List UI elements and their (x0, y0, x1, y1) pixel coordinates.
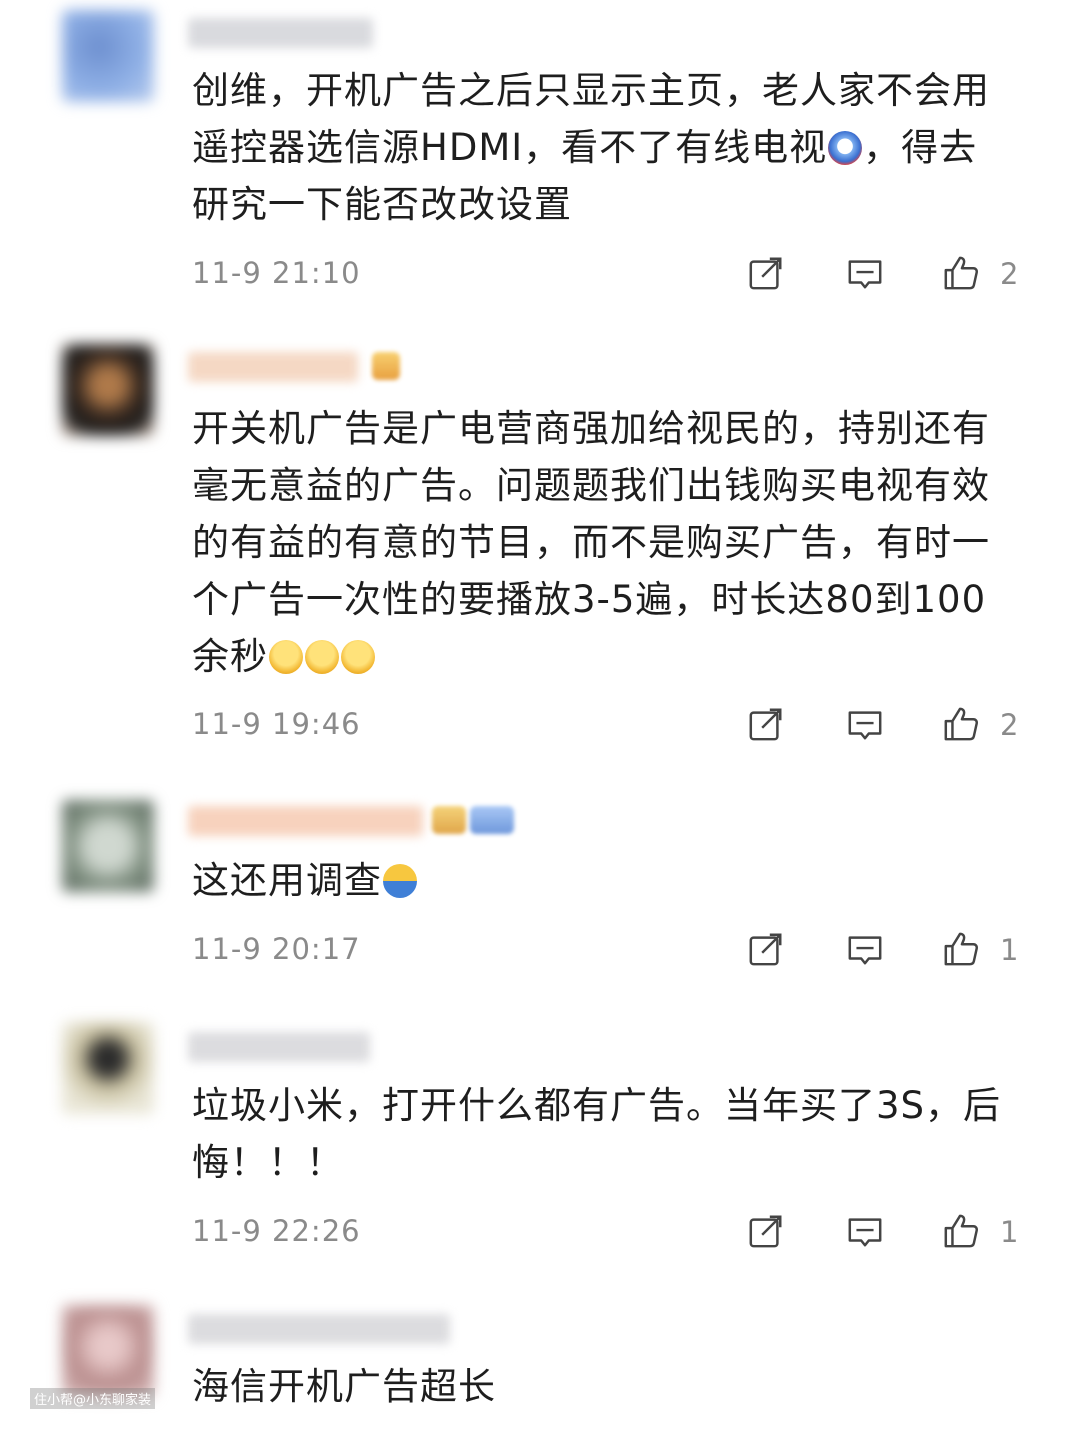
share-button[interactable] (747, 930, 787, 970)
comment-text: 海信开机广告超长 (192, 1358, 1022, 1415)
reply-icon (848, 260, 882, 289)
comment-line: 这还用调查 (192, 859, 382, 902)
comment-line: 垃圾小米，打开什么都有广告。当年买了3S，后 (192, 1084, 1002, 1127)
username-blurred[interactable] (188, 806, 423, 836)
avatar[interactable] (62, 800, 154, 892)
comment-text: 开关机广告是广电营商强加给视民的，持别还有 毫无意益的广告。问题题我们出钱购买电… (192, 400, 1022, 685)
username-blurred[interactable] (188, 1032, 370, 1062)
comment-meta: 11-9 20:17 1 (192, 930, 1032, 970)
avatar[interactable] (62, 344, 154, 436)
badge-icon (372, 352, 400, 380)
avatar[interactable] (62, 1305, 154, 1397)
comment-line: 海信开机广告超长 (192, 1365, 496, 1408)
reply-button[interactable] (846, 705, 886, 745)
avatar[interactable] (62, 1022, 154, 1114)
username-blurred[interactable] (188, 1314, 450, 1344)
avatar[interactable] (62, 10, 154, 102)
share-icon (749, 933, 782, 966)
hat-emoji-icon (383, 864, 417, 898)
like-count: 2 (1000, 708, 1019, 742)
comment-meta: 11-9 21:10 2 (192, 254, 1032, 294)
reply-icon (848, 711, 882, 740)
comment-line: 毫无意益的广告。问题题我们出钱购买电视有效 (192, 464, 990, 507)
comment-meta: 11-9 19:46 2 (192, 705, 1032, 745)
comment-text: 创维，开机广告之后只显示主页，老人家不会用 遥控器选信源HDMI，看不了有线电视… (192, 62, 1022, 233)
comment-line: 研究一下能否改改设置 (192, 183, 572, 226)
share-icon (749, 708, 782, 741)
like-icon (944, 256, 978, 290)
share-button[interactable] (747, 1212, 787, 1252)
comment-time: 11-9 19:46 (192, 707, 361, 741)
comment-text: 垃圾小米，打开什么都有广告。当年买了3S，后 悔！！！ (192, 1077, 1022, 1191)
username-blurred[interactable] (188, 18, 373, 48)
comment-line: 创维，开机广告之后只显示主页，老人家不会用 (192, 69, 990, 112)
crying-emoji-icon (269, 640, 303, 674)
comment-line: 遥控器选信源HDMI，看不了有线电视 (192, 126, 828, 169)
share-button[interactable] (747, 254, 787, 294)
comment-meta: 11-9 22:26 1 (192, 1212, 1032, 1252)
comment-line: 个广告一次性的要播放3-5遍，时长达80到100 (192, 578, 987, 621)
crying-emoji-icon (305, 640, 339, 674)
like-count: 1 (1000, 1215, 1019, 1249)
comment-line: 悔！！！ (192, 1141, 344, 1184)
comment-time: 11-9 22:26 (192, 1214, 361, 1248)
crying-emoji-icon (828, 131, 863, 165)
reply-button[interactable] (846, 930, 886, 970)
username-blurred[interactable] (188, 352, 358, 382)
comment-text: 这还用调查 (192, 852, 1022, 909)
reply-icon (848, 936, 882, 965)
like-icon (944, 1214, 978, 1248)
share-button[interactable] (747, 705, 787, 745)
comment-time: 11-9 20:17 (192, 932, 361, 966)
like-button[interactable] (942, 705, 982, 745)
comment-time: 11-9 21:10 (192, 256, 361, 290)
crying-emoji-icon (341, 640, 375, 674)
like-icon (944, 707, 978, 741)
watermark: 住小帮@小东聊家装 (30, 1388, 156, 1409)
comment-line: 余秒 (192, 635, 268, 678)
comment-line: ，得去 (863, 126, 978, 169)
like-count: 2 (1000, 257, 1019, 291)
reply-icon (848, 1218, 882, 1247)
reply-button[interactable] (846, 254, 886, 294)
like-button[interactable] (942, 254, 982, 294)
comment-line: 的有益的有意的节目，而不是购买广告，有时一 (192, 521, 990, 564)
like-button[interactable] (942, 930, 982, 970)
comment-line: 开关机广告是广电营商强加给视民的，持别还有 (192, 407, 990, 450)
badge-icon (432, 806, 466, 834)
reply-button[interactable] (846, 1212, 886, 1252)
badge-icon (470, 806, 514, 834)
share-icon (749, 1215, 782, 1248)
like-icon (944, 932, 978, 966)
like-count: 1 (1000, 933, 1019, 967)
like-button[interactable] (942, 1212, 982, 1252)
share-icon (749, 257, 782, 290)
